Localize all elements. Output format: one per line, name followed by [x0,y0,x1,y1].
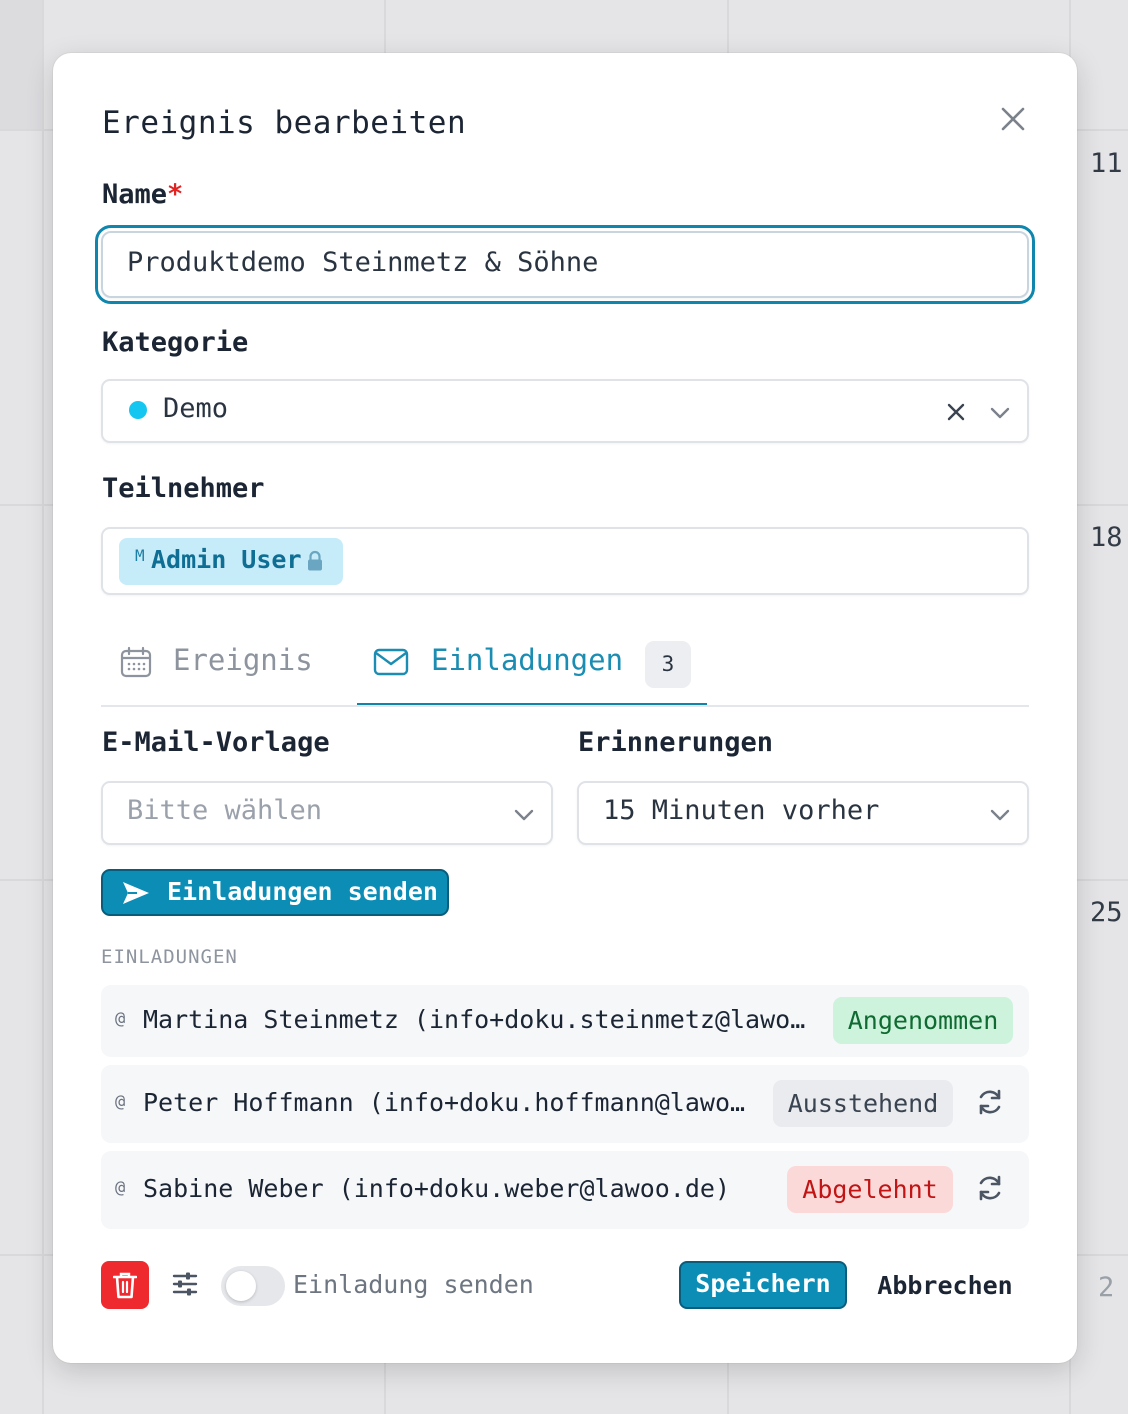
mail-icon [373,648,409,676]
tabs-divider [101,705,1029,707]
chevron-down-icon [514,809,534,821]
lock-icon [308,550,322,571]
category-value: Demo [163,393,229,424]
calendar-icon [120,646,152,678]
calendar-day-number: 2 [1098,1272,1115,1303]
email-template-label: E-Mail-Vorlage [102,727,330,758]
participant-name: Admin User [151,545,302,574]
name-input[interactable]: Produktdemo Steinmetz & Söhne [95,225,1035,304]
tab-einladungen-label: Einladungen [431,643,624,677]
calendar-grid-line [42,0,44,1414]
at-icon: @ [115,1178,126,1198]
calendar-day-number: 11 [1090,148,1123,179]
status-badge: Abgelehnt [787,1166,953,1213]
category-select[interactable]: Demo [101,379,1029,443]
required-marker: * [167,179,184,210]
name-label: Name* [102,179,183,210]
email-template-placeholder: Bitte wählen [127,795,323,826]
invitation-row: @ Martina Steinmetz (info+doku.steinmetz… [101,985,1029,1057]
clear-icon[interactable] [945,401,967,423]
participants-input[interactable]: M Admin User [101,527,1029,595]
invitee-name: Martina Steinmetz (info+doku.steinmetz@l… [143,1005,811,1034]
toggle-knob [226,1271,256,1301]
dialog-title: Ereignis bearbeiten [102,105,467,141]
category-label: Kategorie [102,327,249,358]
tab-ereignis-label: Ereignis [173,643,313,677]
chevron-down-icon [990,809,1010,821]
reminders-select[interactable]: 15 Minuten vorher [577,781,1029,845]
name-label-text: Name [102,179,168,210]
trash-icon [113,1272,137,1299]
tab-einladungen[interactable]: Einladungen 3 [357,641,707,707]
edit-event-dialog: Ereignis bearbeiten Name* Produktdemo St… [53,53,1077,1363]
participants-label: Teilnehmer [102,473,265,504]
delete-button[interactable] [101,1261,149,1309]
send-invitations-button[interactable]: Einladungen senden [101,869,449,916]
name-input-value: Produktdemo Steinmetz & Söhne [127,247,599,278]
resend-icon[interactable] [975,1087,1005,1117]
save-button[interactable]: Speichern [679,1261,847,1309]
send-icon [123,882,149,904]
close-icon[interactable] [997,103,1029,135]
sliders-icon[interactable] [171,1270,199,1298]
email-template-select[interactable]: Bitte wählen [101,781,553,845]
reminders-value: 15 Minuten vorher [603,795,880,826]
participant-chip: M Admin User [119,538,343,585]
invitations-heading: EINLADUNGEN [101,946,238,968]
chevron-down-icon[interactable] [989,406,1011,420]
send-invitations-label: Einladungen senden [167,877,438,906]
cancel-button[interactable]: Abbrechen [861,1261,1029,1309]
invitations-count-badge: 3 [645,641,691,688]
invitation-row: @ Peter Hoffmann (info+doku.hoffmann@law… [101,1065,1029,1143]
invitee-name: Peter Hoffmann (info+doku.hoffmann@lawoo… [143,1088,751,1117]
send-invite-toggle-label: Einladung senden [293,1270,534,1299]
status-badge: Angenommen [833,997,1013,1044]
invitee-name: Sabine Weber (info+doku.weber@lawoo.de) [143,1174,730,1203]
calendar-day-number: 18 [1090,522,1123,553]
reminders-label: Erinnerungen [578,727,774,758]
invitation-row: @ Sabine Weber (info+doku.weber@lawoo.de… [101,1151,1029,1229]
send-invite-toggle[interactable] [221,1266,285,1306]
status-badge: Ausstehend [773,1080,953,1127]
at-icon: @ [115,1009,126,1029]
category-color-dot [129,401,147,419]
participant-role-letter: M [135,546,145,565]
calendar-day-number: 25 [1090,897,1123,928]
calendar-cell [0,0,42,130]
tab-ereignis[interactable]: Ereignis [101,641,351,707]
at-icon: @ [115,1092,126,1112]
resend-icon[interactable] [975,1173,1005,1203]
